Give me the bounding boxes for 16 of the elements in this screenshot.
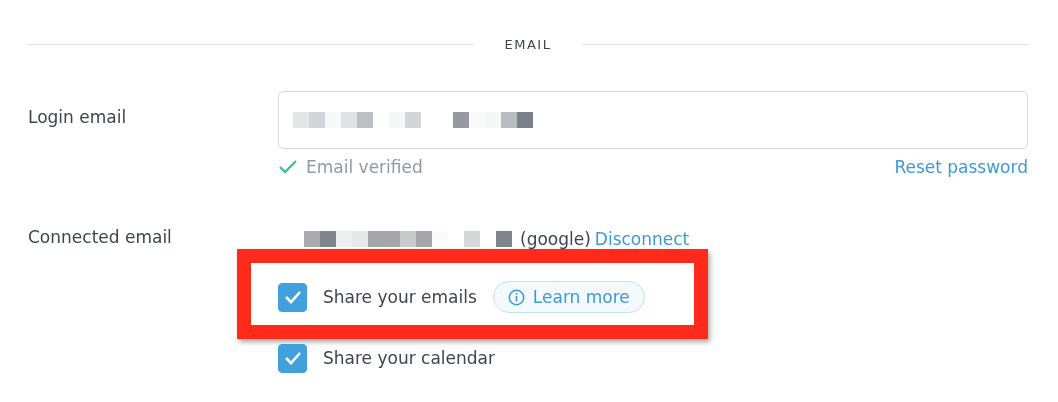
checkbox[interactable] — [278, 343, 307, 373]
checkmark-icon — [283, 351, 302, 365]
checkmark-icon — [283, 290, 302, 304]
field-label: Login email — [28, 106, 128, 129]
provider-text: (google) — [520, 229, 591, 249]
checkbox[interactable] — [278, 282, 307, 312]
field-label: Connected email — [28, 227, 173, 249]
section-title: EMAIL — [504, 36, 552, 52]
checkmark-icon — [278, 159, 298, 175]
verified-status: Email verified — [306, 157, 423, 177]
learn-more-button[interactable]: Learn more — [492, 281, 645, 313]
option-label: Share your calendar — [323, 348, 495, 368]
disconnect-link[interactable]: Disconnect — [594, 229, 690, 249]
reset-password-link[interactable]: Reset password — [894, 157, 1028, 177]
option-label: Share your emails — [323, 287, 477, 307]
info-icon — [507, 288, 525, 306]
